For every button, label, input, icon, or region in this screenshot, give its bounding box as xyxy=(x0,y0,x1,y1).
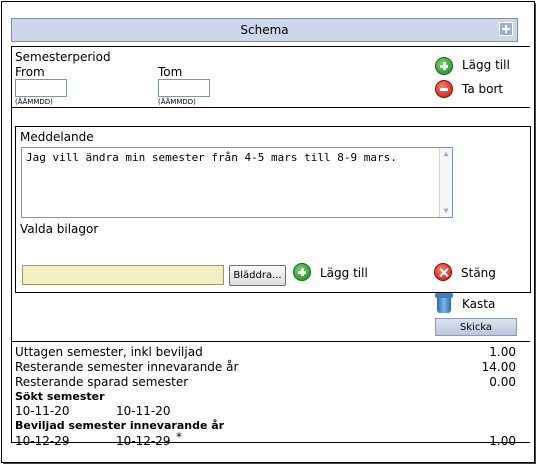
plus-box-icon[interactable] xyxy=(499,22,513,36)
trash-icon[interactable] xyxy=(435,293,453,313)
remove-period-icon[interactable] xyxy=(435,80,453,98)
to-label: Tom xyxy=(158,65,183,79)
to-date-input[interactable] xyxy=(158,79,210,97)
send-button[interactable]: Skicka xyxy=(435,318,517,336)
message-title: Meddelande xyxy=(20,130,94,144)
close-icon[interactable] xyxy=(434,263,452,281)
browse-button[interactable]: Bläddra... xyxy=(229,265,286,286)
close-label[interactable]: Stäng xyxy=(461,266,496,280)
summary-row-value: 14.00 xyxy=(481,360,516,374)
approved-mark: * xyxy=(176,430,182,444)
approved-to: 10-12-29 xyxy=(116,434,171,448)
approved-title: Beviljad semester innevarande år xyxy=(15,419,225,432)
requested-from: 10-11-20 xyxy=(15,404,70,418)
summary-row-value: 0.00 xyxy=(489,375,516,389)
requested-title: Sökt semester xyxy=(15,390,105,403)
period-section: Semesterperiod From Tom (ÅÅMMDD) (ÅÅMMDD… xyxy=(12,47,530,108)
from-label: From xyxy=(15,65,45,79)
from-date-input[interactable] xyxy=(15,79,67,97)
message-section: Meddelande Jag vill ändra min semester f… xyxy=(15,126,531,293)
attachments-title: Valda bilagor xyxy=(20,222,99,236)
scroll-up-icon[interactable]: ▲ xyxy=(441,148,451,160)
requested-to: 10-11-20 xyxy=(116,404,171,418)
message-textarea[interactable]: Jag vill ändra min semester från 4-5 mar… xyxy=(21,147,453,218)
summary-section: Uttagen semester, inkl beviljad 1.00 Res… xyxy=(12,341,530,448)
scroll-down-icon[interactable]: ▼ xyxy=(441,205,451,217)
approved-from: 10-12-29 xyxy=(15,434,70,448)
add-attachment-icon[interactable] xyxy=(293,263,311,281)
discard-label[interactable]: Kasta xyxy=(462,297,495,311)
main-panel: Semesterperiod From Tom (ÅÅMMDD) (ÅÅMMDD… xyxy=(11,46,531,448)
schedule-header: Schema xyxy=(11,18,518,42)
header-title: Schema xyxy=(240,23,289,37)
message-text: Jag vill ändra min semester från 4-5 mar… xyxy=(26,151,397,164)
to-format-hint: (ÅÅMMDD) xyxy=(158,98,196,106)
from-format-hint: (ÅÅMMDD) xyxy=(15,98,53,106)
add-period-icon[interactable] xyxy=(435,57,453,75)
attachment-file-input[interactable] xyxy=(22,265,224,285)
add-period-label[interactable]: Lägg till xyxy=(462,58,510,72)
summary-row-value: 1.00 xyxy=(489,345,516,359)
summary-row-label: Resterande semester innevarande år xyxy=(15,360,239,374)
summary-row-label: Resterande sparad semester xyxy=(15,375,189,389)
approved-value: 1.00 xyxy=(489,434,516,448)
remove-period-label[interactable]: Ta bort xyxy=(462,82,503,96)
message-scrollbar[interactable]: ▲ ▼ xyxy=(439,148,452,217)
add-attachment-label[interactable]: Lägg till xyxy=(320,266,368,280)
period-title: Semesterperiod xyxy=(15,50,111,64)
summary-row-label: Uttagen semester, inkl beviljad xyxy=(15,345,203,359)
